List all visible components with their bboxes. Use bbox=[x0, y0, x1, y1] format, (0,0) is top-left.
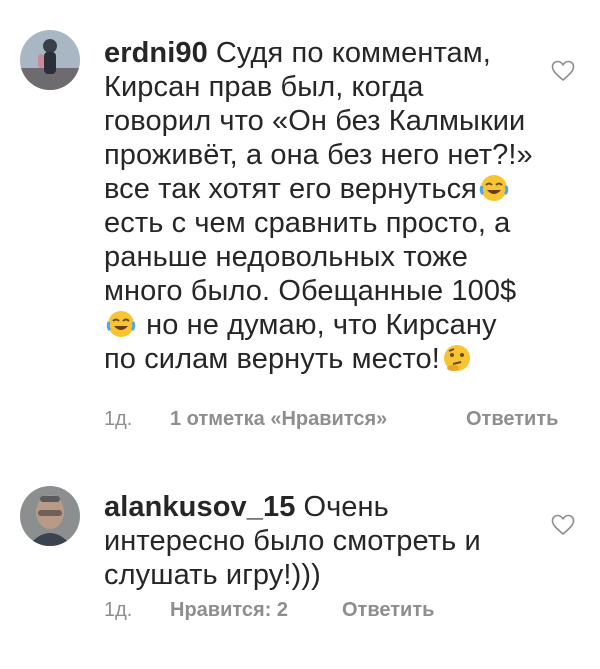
username[interactable]: erdni90 bbox=[104, 37, 208, 69]
likes-count-link[interactable]: 1 отметка «Нравится» bbox=[170, 408, 387, 431]
thinking-face-emoji bbox=[443, 345, 470, 371]
heart-outline-icon[interactable] bbox=[551, 514, 575, 536]
reply-button[interactable]: Ответить bbox=[466, 408, 558, 431]
heart-outline-icon[interactable] bbox=[551, 60, 575, 82]
reply-button[interactable]: Ответить bbox=[342, 599, 434, 622]
comment-time: 1д. bbox=[104, 599, 133, 621]
avatar[interactable] bbox=[20, 30, 80, 90]
likes-count-link[interactable]: Нравится: 2 bbox=[170, 599, 288, 622]
comment-text: alankusov_15 Очень интересно было смотрет… bbox=[104, 491, 481, 591]
avatar[interactable] bbox=[20, 486, 80, 546]
tears-of-joy-emoji bbox=[479, 175, 509, 201]
comment-time: 1д. bbox=[104, 408, 133, 430]
username[interactable]: alankusov_15 bbox=[104, 491, 295, 523]
comment-text: erdni90 Судя по комментам, Кирсан прав бы… bbox=[104, 37, 533, 375]
tears-of-joy-emoji bbox=[106, 311, 136, 337]
